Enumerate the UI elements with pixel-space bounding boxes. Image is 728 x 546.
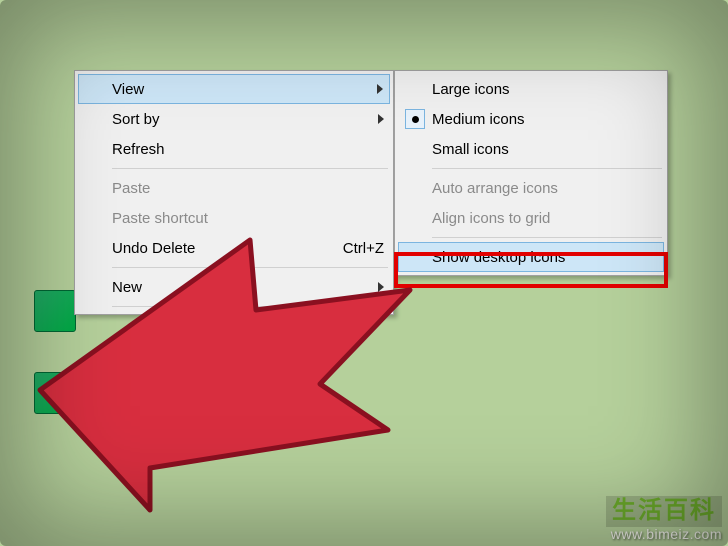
watermark-text: 生活百科 (606, 496, 722, 526)
menu-item-small-icons[interactable]: Small icons (398, 134, 664, 164)
menu-item-label: New (112, 279, 378, 296)
watermark: 生活百科 www.bimeiz.com (606, 496, 722, 542)
menu-item-sort-by[interactable]: Sort by (78, 104, 390, 134)
menu-item-paste-shortcut: Paste shortcut (78, 203, 390, 233)
menu-item-label: Show desktop icons (432, 249, 657, 266)
chevron-right-icon (378, 114, 384, 124)
menu-separator (112, 267, 388, 268)
menu-item-large-icons[interactable]: Large icons (398, 74, 664, 104)
menu-item-refresh[interactable]: Refresh (78, 134, 390, 164)
desktop-icon[interactable] (34, 372, 76, 414)
menu-item-medium-icons[interactable]: Medium icons (398, 104, 664, 134)
watermark-url: www.bimeiz.com (606, 527, 722, 542)
menu-item-label: View (112, 81, 377, 98)
view-submenu: Large icons Medium icons Small icons Aut… (394, 70, 668, 276)
menu-item-label: Auto arrange icons (432, 180, 658, 197)
menu-item-auto-arrange[interactable]: Auto arrange icons (398, 173, 664, 203)
menu-item-label: Align icons to grid (432, 210, 658, 227)
menu-item-show-desktop-icons[interactable]: Show desktop icons (398, 242, 664, 272)
chevron-right-icon (377, 84, 383, 94)
menu-item-new[interactable]: New (78, 272, 390, 302)
radio-selected-icon (405, 109, 425, 129)
menu-item-label: Medium icons (432, 111, 658, 128)
menu-item-label: Paste (112, 180, 384, 197)
menu-item-label: Sort by (112, 111, 378, 128)
menu-item-align-grid[interactable]: Align icons to grid (398, 203, 664, 233)
desktop-context-menu: View Sort by Refresh Paste Paste shortcu… (74, 70, 394, 315)
menu-item-label: Refresh (112, 141, 384, 158)
menu-item-label: Undo Delete (112, 240, 323, 257)
menu-item-label: Small icons (432, 141, 658, 158)
desktop-icon[interactable] (34, 290, 76, 332)
menu-item-view[interactable]: View (78, 74, 390, 104)
menu-separator (112, 168, 388, 169)
chevron-right-icon (378, 282, 384, 292)
menu-separator (432, 237, 662, 238)
menu-item-undo-delete[interactable]: Undo Delete Ctrl+Z (78, 233, 390, 263)
menu-item-label: Paste shortcut (112, 210, 384, 227)
menu-item-label: Large icons (432, 81, 658, 98)
menu-separator (112, 306, 388, 307)
menu-separator (432, 168, 662, 169)
menu-item-paste: Paste (78, 173, 390, 203)
menu-item-shortcut: Ctrl+Z (323, 240, 384, 257)
